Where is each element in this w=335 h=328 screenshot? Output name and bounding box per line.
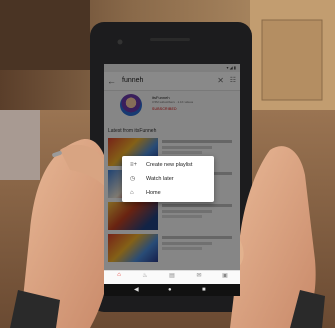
- recents-icon[interactable]: ■: [202, 284, 206, 296]
- rug: [0, 110, 40, 180]
- menu-item-watch-later[interactable]: ◷ Watch later: [122, 172, 214, 186]
- menu-item-label: Create new playlist: [146, 162, 193, 168]
- home-icon[interactable]: ⌂: [108, 272, 130, 278]
- shelf: [0, 0, 90, 70]
- front-camera: [117, 39, 123, 45]
- inbox-icon[interactable]: ✉: [188, 272, 210, 279]
- back-icon[interactable]: ◀: [134, 284, 139, 296]
- context-menu: ≡+ Create new playlist ◷ Watch later ⌂ H…: [122, 156, 214, 202]
- menu-item-create-playlist[interactable]: ≡+ Create new playlist: [122, 158, 214, 172]
- library-icon[interactable]: ▣: [214, 272, 236, 279]
- bottom-navigation: ⌂ ♨ ▤ ✉ ▣: [104, 270, 240, 285]
- menu-item-home[interactable]: ⌂ Home: [122, 186, 214, 200]
- trending-icon[interactable]: ♨: [134, 272, 156, 279]
- subscriptions-icon[interactable]: ▤: [161, 272, 183, 279]
- menu-item-label: Home: [146, 190, 161, 196]
- home-icon: ⌂: [130, 190, 134, 196]
- phone-screen: ▾ ◢ ▮ ← funneh ✕ ☷ itsFunneh 3.5M subscr…: [104, 64, 240, 296]
- clock-icon: ◷: [130, 176, 136, 182]
- system-navigation: ◀ ● ■: [104, 284, 240, 296]
- playlist-add-icon: ≡+: [130, 162, 138, 168]
- cabinet-panel: [261, 19, 323, 101]
- speaker-grille: [150, 38, 190, 41]
- home-button-icon[interactable]: ●: [168, 284, 172, 296]
- menu-item-label: Watch later: [146, 176, 174, 182]
